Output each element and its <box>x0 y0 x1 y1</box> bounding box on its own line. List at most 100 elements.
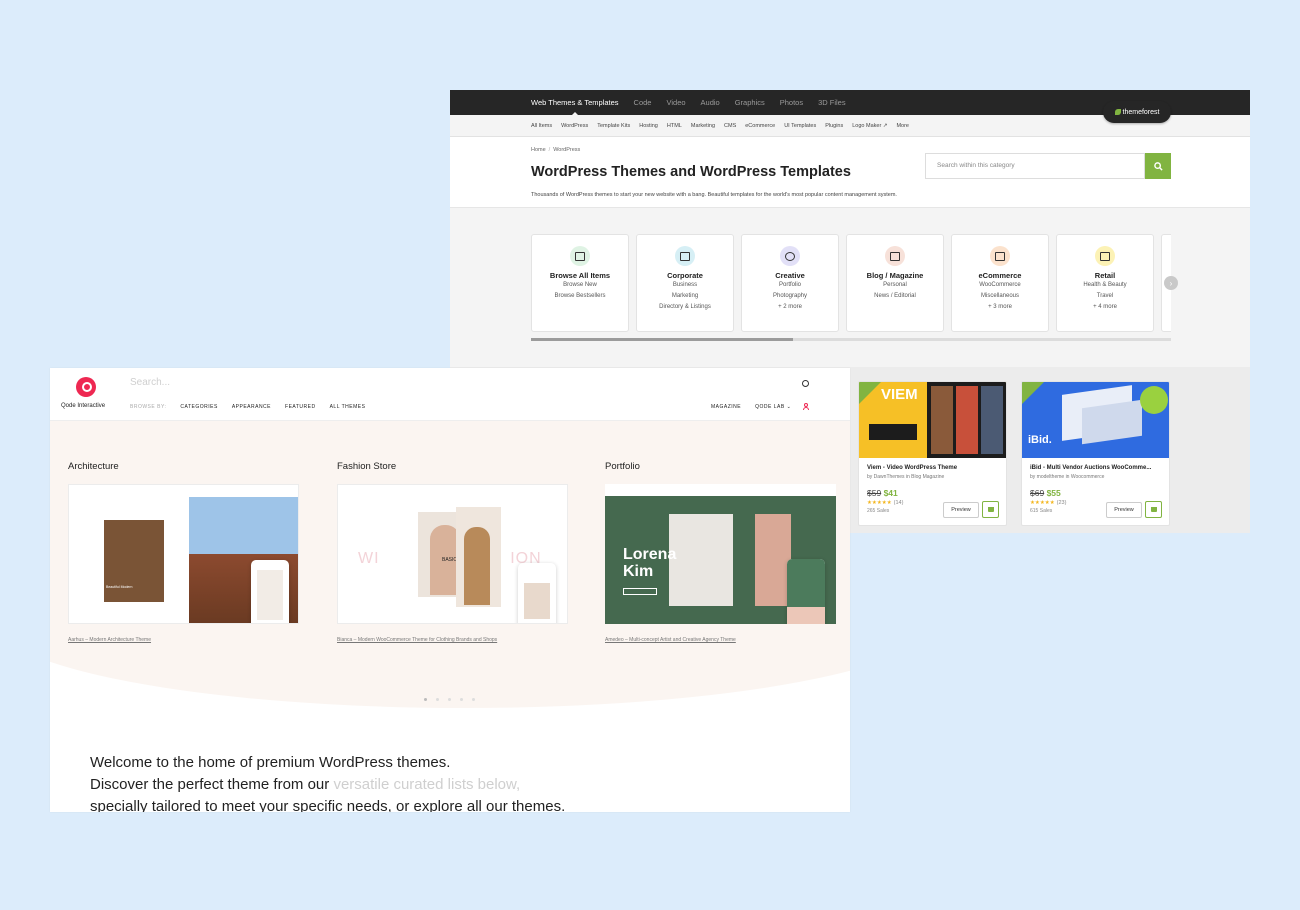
category-link[interactable]: Directory & Listings <box>637 302 733 313</box>
product-card-viem[interactable]: VIEM Viem - Video WordPress Theme by Daw… <box>858 381 1007 526</box>
product-title[interactable]: iBid - Multi Vendor Auctions WooComme... <box>1030 465 1169 471</box>
product-thumbnail[interactable]: iBid. <box>1022 382 1169 458</box>
pagination-dot[interactable] <box>460 698 463 701</box>
category-card-browse-all[interactable]: Browse All Items Browse New Browse Bests… <box>531 234 629 332</box>
theme-screenshot[interactable]: WI ION BASICS <box>337 484 568 624</box>
chevron-right-icon[interactable]: › <box>1164 276 1178 290</box>
themeforest-logo[interactable]: themeforest <box>1103 101 1171 123</box>
category-card-creative[interactable]: Creative Portfolio Photography + 2 more <box>741 234 839 332</box>
breadcrumb-wordpress[interactable]: WordPress <box>553 147 580 153</box>
category-link[interactable]: WooCommerce <box>952 280 1048 291</box>
nav-magazine[interactable]: MAGAZINE <box>711 404 741 410</box>
review-count: (14) <box>893 500 904 506</box>
column-heading: Fashion Store <box>337 461 397 472</box>
preview-button[interactable]: Preview <box>943 502 979 518</box>
theme-caption-link[interactable]: Bianca – Modern WooCommerce Theme for Cl… <box>337 637 568 643</box>
carousel-scrollbar[interactable] <box>531 338 1171 341</box>
nav-all-themes[interactable]: ALL THEMES <box>330 404 366 410</box>
category-link[interactable]: News / Editorial <box>847 291 943 302</box>
curated-lists-link[interactable]: versatile curated lists below, <box>333 776 520 793</box>
nav-video[interactable]: Video <box>666 98 685 107</box>
nav-graphics[interactable]: Graphics <box>735 98 765 107</box>
subnav-more[interactable]: More <box>896 123 909 129</box>
pagination-dot[interactable] <box>448 698 451 701</box>
welcome-line-2: Discover the perfect theme from our vers… <box>90 774 565 796</box>
pagination-dot[interactable] <box>472 698 475 701</box>
nav-web-themes[interactable]: Web Themes & Templates <box>531 98 619 115</box>
stars: ★★★★★ <box>867 500 892 506</box>
store-icon <box>1095 246 1115 266</box>
category-card-retail[interactable]: Retail Health & Beauty Travel + 4 more <box>1056 234 1154 332</box>
subnav-cms[interactable]: CMS <box>724 123 736 129</box>
theme-screenshot[interactable]: Beautiful Modern <box>68 484 299 624</box>
search-button[interactable] <box>1145 153 1171 179</box>
nav-photos[interactable]: Photos <box>780 98 803 107</box>
category-link[interactable]: Portfolio <box>742 280 838 291</box>
category-link[interactable]: + 3 more <box>952 302 1048 313</box>
subnav-wordpress[interactable]: WordPress <box>561 123 588 129</box>
category-link[interactable]: + 2 more <box>742 302 838 313</box>
theme-caption-link[interactable]: Amedeo – Multi-concept Artist and Creati… <box>605 637 836 643</box>
category-link[interactable]: Miscellaneous <box>952 291 1048 302</box>
subnav-logo-maker[interactable]: Logo Maker ↗ <box>852 123 887 129</box>
nav-audio[interactable]: Audio <box>701 98 720 107</box>
tag-icon <box>1022 382 1044 404</box>
product-author[interactable]: by DawnThemes in Blog Magazine <box>867 474 1006 480</box>
qode-logo-icon[interactable] <box>76 377 96 397</box>
product-thumbnail[interactable]: VIEM <box>859 382 1006 458</box>
category-carousel: Browse All Items Browse New Browse Bests… <box>531 234 1171 334</box>
theme-caption-link[interactable]: Aarhus – Modern Architecture Theme <box>68 637 299 643</box>
scrollbar-thumb[interactable] <box>531 338 793 341</box>
theme-screenshot[interactable]: Lorena Kim <box>605 484 836 624</box>
screenshot-text: Beautiful Modern <box>106 585 133 589</box>
search-input[interactable]: Search within this category <box>925 153 1145 179</box>
nav-code[interactable]: Code <box>634 98 652 107</box>
breadcrumb-home[interactable]: Home <box>531 147 546 153</box>
subnav-plugins[interactable]: Plugins <box>825 123 843 129</box>
user-icon[interactable] <box>803 403 809 410</box>
nav-3d-files[interactable]: 3D Files <box>818 98 846 107</box>
product-title[interactable]: Viem - Video WordPress Theme <box>867 465 1006 471</box>
subnav-marketing[interactable]: Marketing <box>691 123 715 129</box>
product-banner-text: iBid. <box>1028 434 1052 446</box>
cart-icon <box>990 246 1010 266</box>
nav-featured[interactable]: FEATURED <box>285 404 316 410</box>
pagination-dot[interactable] <box>424 698 427 701</box>
subnav-html[interactable]: HTML <box>667 123 682 129</box>
category-link[interactable]: + 4 more <box>1057 302 1153 313</box>
category-link[interactable]: Photography <box>742 291 838 302</box>
category-link[interactable]: Business <box>637 280 733 291</box>
category-link[interactable]: Health & Beauty <box>1057 280 1153 291</box>
welcome-line-3: specially tailored to meet your specific… <box>90 798 566 812</box>
subnav-all-items[interactable]: All Items <box>531 123 552 129</box>
add-to-cart-button[interactable] <box>982 501 999 518</box>
subnav-template-kits[interactable]: Template Kits <box>597 123 630 129</box>
product-card-ibid[interactable]: iBid. iBid - Multi Vendor Auctions WooCo… <box>1021 381 1170 526</box>
search-input[interactable]: Search... <box>130 377 170 388</box>
nav-qode-lab[interactable]: QODE LAB ⌄ <box>755 404 791 410</box>
category-link[interactable]: Personal <box>847 280 943 291</box>
browse-by-label: BROWSE BY: <box>130 404 167 410</box>
category-link[interactable]: Browse Bestsellers <box>532 291 628 302</box>
nav-categories[interactable]: CATEGORIES <box>180 404 217 410</box>
category-link[interactable]: Travel <box>1057 291 1153 302</box>
category-card-corporate[interactable]: Corporate Business Marketing Directory &… <box>636 234 734 332</box>
welcome-line-1: Welcome to the home of premium WordPress… <box>90 754 451 771</box>
pagination-dot[interactable] <box>436 698 439 701</box>
sale-price: $55 <box>1046 488 1061 498</box>
qode-logo-text[interactable]: Qode Interactive <box>61 403 105 409</box>
subnav-hosting[interactable]: Hosting <box>639 123 658 129</box>
product-author[interactable]: by modeltheme in Woocommerce <box>1030 474 1169 480</box>
preview-button[interactable]: Preview <box>1106 502 1142 518</box>
category-card-blog-magazine[interactable]: Blog / Magazine Personal News / Editoria… <box>846 234 944 332</box>
subnav-ui-templates[interactable]: UI Templates <box>784 123 816 129</box>
add-to-cart-button[interactable] <box>1145 501 1162 518</box>
category-card-ecommerce[interactable]: eCommerce WooCommerce Miscellaneous + 3 … <box>951 234 1049 332</box>
nav-appearance[interactable]: APPEARANCE <box>232 404 271 410</box>
product-price: $69 $55 <box>1030 488 1169 498</box>
subnav-ecommerce[interactable]: eCommerce <box>745 123 775 129</box>
category-link[interactable]: Browse New <box>532 280 628 291</box>
logo-text: themeforest <box>1122 108 1160 116</box>
category-link[interactable]: Marketing <box>637 291 733 302</box>
search-icon[interactable] <box>802 380 809 387</box>
